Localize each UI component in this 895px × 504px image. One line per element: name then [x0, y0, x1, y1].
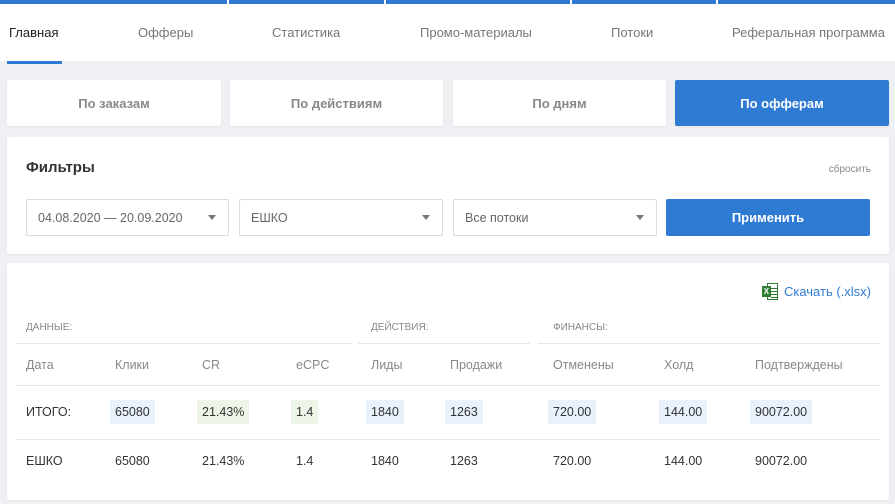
- total-cr: 21.43%: [197, 400, 250, 424]
- total-clicks: 65080: [110, 400, 155, 424]
- download-label: Скачать (.xlsx): [783, 284, 871, 299]
- group-divider: [538, 343, 879, 344]
- nav-promo-materials[interactable]: Промо-материалы: [420, 25, 532, 40]
- topbar-divider: [716, 0, 718, 4]
- offer-select[interactable]: ЕШКО: [239, 199, 443, 236]
- column-header-date: Дата: [26, 358, 54, 372]
- active-tab-indicator: [7, 61, 62, 64]
- top-navigation: Главная Офферы Статистика Промо-материал…: [0, 0, 895, 64]
- row-cancelled: 720.00: [553, 454, 592, 468]
- mode-by-offers-button[interactable]: По офферам: [675, 80, 889, 126]
- row-divider: [17, 439, 879, 440]
- row-ecpc: 1.4: [296, 454, 314, 468]
- mode-by-orders-button[interactable]: По заказам: [7, 80, 221, 126]
- column-header-leads: Лиды: [371, 358, 403, 372]
- row-divider: [17, 385, 879, 386]
- mode-by-days-button[interactable]: По дням: [453, 80, 666, 126]
- nav-offers[interactable]: Офферы: [138, 25, 193, 40]
- group-label-finance: ФИНАНСЫ:: [553, 322, 608, 333]
- column-header-clicks: Клики: [115, 358, 150, 372]
- apply-button[interactable]: Применить: [666, 199, 870, 236]
- topbar-divider: [570, 0, 572, 4]
- total-confirmed: 90072.00: [750, 400, 813, 424]
- row-confirmed: 90072.00: [755, 454, 808, 468]
- column-header-cancelled: Отменены: [553, 358, 614, 372]
- topbar-divider: [227, 0, 229, 4]
- total-row-label: ИТОГО:: [26, 405, 72, 419]
- date-range-select[interactable]: 04.08.2020 — 20.09.2020: [26, 199, 229, 236]
- statistics-panel: X Скачать (.xlsx) ДАННЫЕ: ДЕЙСТВИЯ: ФИНА…: [7, 263, 889, 500]
- reset-filters-link[interactable]: сбросить: [829, 164, 871, 175]
- total-cancelled: 720.00: [548, 400, 597, 424]
- row-clicks: 65080: [115, 454, 150, 468]
- row-cr: 21.43%: [202, 454, 245, 468]
- nav-main[interactable]: Главная: [9, 25, 58, 40]
- offer-value: ЕШКО: [251, 210, 288, 225]
- column-header-confirmed: Подтверждены: [755, 358, 843, 372]
- nav-referral-program[interactable]: Реферальная программа: [732, 25, 885, 40]
- mode-by-actions-button[interactable]: По действиям: [230, 80, 443, 126]
- topbar-divider: [384, 0, 386, 4]
- total-ecpc: 1.4: [291, 400, 319, 424]
- column-header-cr: CR: [202, 358, 221, 372]
- column-header-sales: Продажи: [450, 358, 503, 372]
- table-row-label: ЕШКО: [26, 454, 63, 468]
- group-divider: [358, 343, 530, 344]
- group-label-data: ДАННЫЕ:: [26, 322, 73, 333]
- chevron-down-icon: [636, 215, 644, 220]
- total-leads: 1840: [366, 400, 404, 424]
- excel-icon: X: [761, 283, 778, 300]
- total-hold: 144.00: [659, 400, 708, 424]
- streams-select[interactable]: Все потоки: [453, 199, 657, 236]
- streams-value: Все потоки: [465, 210, 529, 225]
- row-sales: 1263: [450, 454, 478, 468]
- group-divider: [17, 343, 351, 344]
- chevron-down-icon: [422, 215, 430, 220]
- download-xlsx-link[interactable]: X Скачать (.xlsx): [761, 283, 871, 300]
- filters-title: Фильтры: [26, 159, 95, 176]
- filters-panel: Фильтры сбросить 04.08.2020 — 20.09.2020…: [7, 137, 889, 254]
- total-sales: 1263: [445, 400, 483, 424]
- row-leads: 1840: [371, 454, 399, 468]
- chevron-down-icon: [208, 215, 216, 220]
- group-label-actions: ДЕЙСТВИЯ:: [371, 322, 429, 333]
- nav-statistics[interactable]: Статистика: [272, 25, 340, 40]
- date-range-value: 04.08.2020 — 20.09.2020: [38, 210, 183, 225]
- row-hold: 144.00: [664, 454, 703, 468]
- column-header-ecpc: eCPC: [296, 358, 330, 372]
- column-header-hold: Холд: [664, 358, 694, 372]
- nav-streams[interactable]: Потоки: [611, 25, 653, 40]
